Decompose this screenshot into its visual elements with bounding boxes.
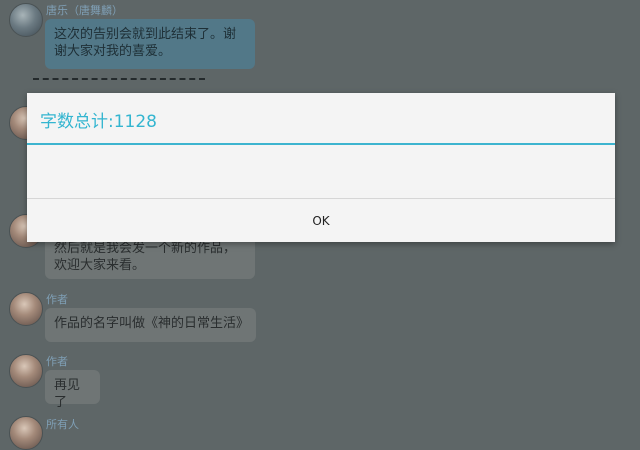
dialog-title-bar: 字数总计:1128: [27, 93, 615, 145]
sender-name: 所有人: [46, 418, 79, 431]
avatar[interactable]: [9, 416, 43, 450]
dialog-title: 字数总计:1128: [40, 112, 157, 132]
sender-name: 作者: [46, 355, 68, 368]
message-bubble[interactable]: 作品的名字叫做《神的日常生活》: [45, 308, 256, 342]
message-bubble[interactable]: 这次的告别会就到此结束了。谢谢大家对我的喜爱。: [45, 19, 255, 69]
ok-button[interactable]: OK: [27, 199, 615, 242]
sender-name: 作者: [46, 293, 68, 306]
sender-name: 唐乐（唐舞麟）: [46, 4, 123, 17]
avatar[interactable]: [9, 292, 43, 326]
dialog-body: [27, 145, 615, 198]
separator: [33, 78, 205, 80]
avatar[interactable]: [9, 3, 43, 37]
avatar[interactable]: [9, 354, 43, 388]
message-bubble[interactable]: 再见了: [45, 370, 100, 410]
word-count-dialog: 字数总计:1128 OK: [27, 93, 615, 242]
